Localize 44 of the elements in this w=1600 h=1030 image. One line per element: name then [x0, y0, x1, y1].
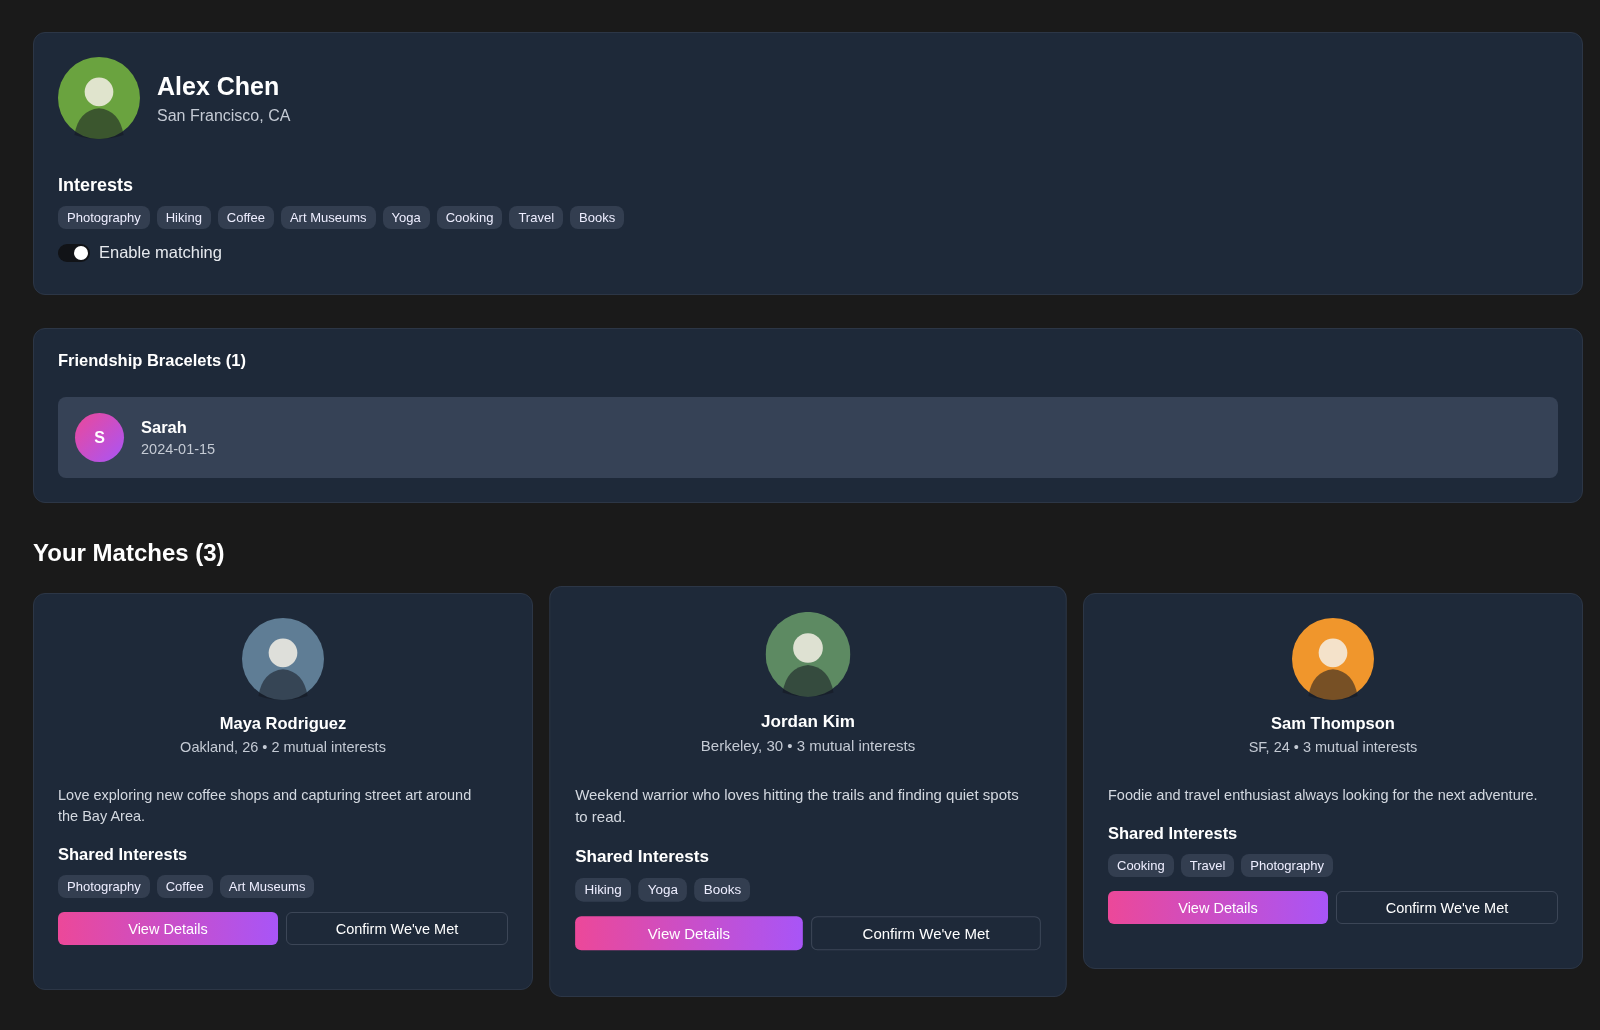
profile-name: Alex Chen — [157, 71, 281, 101]
interest-tag: Photography — [58, 206, 150, 229]
view-details-button[interactable]: View Details — [1108, 891, 1328, 924]
match-name: Maya Rodriguez — [218, 714, 348, 733]
interest-tag: Art Museums — [280, 206, 376, 229]
interest-tag: Yoga — [382, 206, 430, 229]
view-details-button[interactable]: View Details — [58, 912, 278, 945]
toggle-label: Enable matching — [99, 243, 222, 262]
interest-tag: Coffee — [156, 875, 213, 898]
confirm-met-button[interactable]: Confirm We've Met — [286, 912, 508, 945]
interest-tag: Books — [570, 206, 625, 229]
interest-tag: Yoga — [638, 877, 688, 902]
match-bio: Love exploring new coffee shops and capturing street art around the Bay Area. — [58, 786, 473, 826]
interest-tag: Photography — [1241, 854, 1334, 877]
interest-tag: Photography — [58, 875, 150, 898]
interest-tag: Books — [694, 877, 751, 902]
match-details: Berkeley, 30 • 3 mutual interests — [699, 737, 917, 754]
interest-tag: Art Museums — [219, 875, 315, 898]
section-heading: Shared Interests — [58, 845, 189, 864]
view-details-button[interactable]: View Details — [575, 916, 803, 951]
toggle-switch[interactable] — [58, 243, 90, 262]
section-title: Your Matches (3) — [33, 539, 226, 567]
match-bio: Weekend warrior who loves hitting the trails and finding quiet spots to read. — [575, 785, 1020, 828]
initial-avatar: S — [75, 413, 124, 462]
section-heading: Shared Interests — [1108, 824, 1239, 843]
section-heading: Shared Interests — [575, 846, 710, 867]
interest-tag: Travel — [509, 206, 564, 229]
interest-tag: Cooking — [1108, 854, 1174, 877]
interest-tag: Cooking — [436, 206, 503, 229]
match-name: Jordan Kim — [760, 711, 856, 731]
interest-tag: Hiking — [575, 877, 632, 902]
interest-tag: Travel — [1180, 854, 1235, 877]
match-name: Sam Thompson — [1270, 714, 1396, 733]
interest-tag: Hiking — [156, 206, 211, 229]
section-heading: Friendship Bracelets (1) — [58, 351, 247, 370]
match-details: Oakland, 26 • 2 mutual interests — [179, 739, 387, 755]
section-heading: Interests — [58, 175, 135, 196]
match-details: SF, 24 • 3 mutual interests — [1247, 739, 1419, 755]
confirm-met-button[interactable]: Confirm We've Met — [1336, 891, 1558, 924]
bracelet-date: 2024-01-15 — [141, 441, 216, 457]
profile-location: San Francisco, CA — [157, 106, 291, 125]
match-bio: Foodie and travel enthusiast always looking for the next adventure. — [1108, 786, 1538, 805]
interest-tag: Coffee — [217, 206, 274, 229]
friend-name: Sarah — [141, 418, 188, 437]
